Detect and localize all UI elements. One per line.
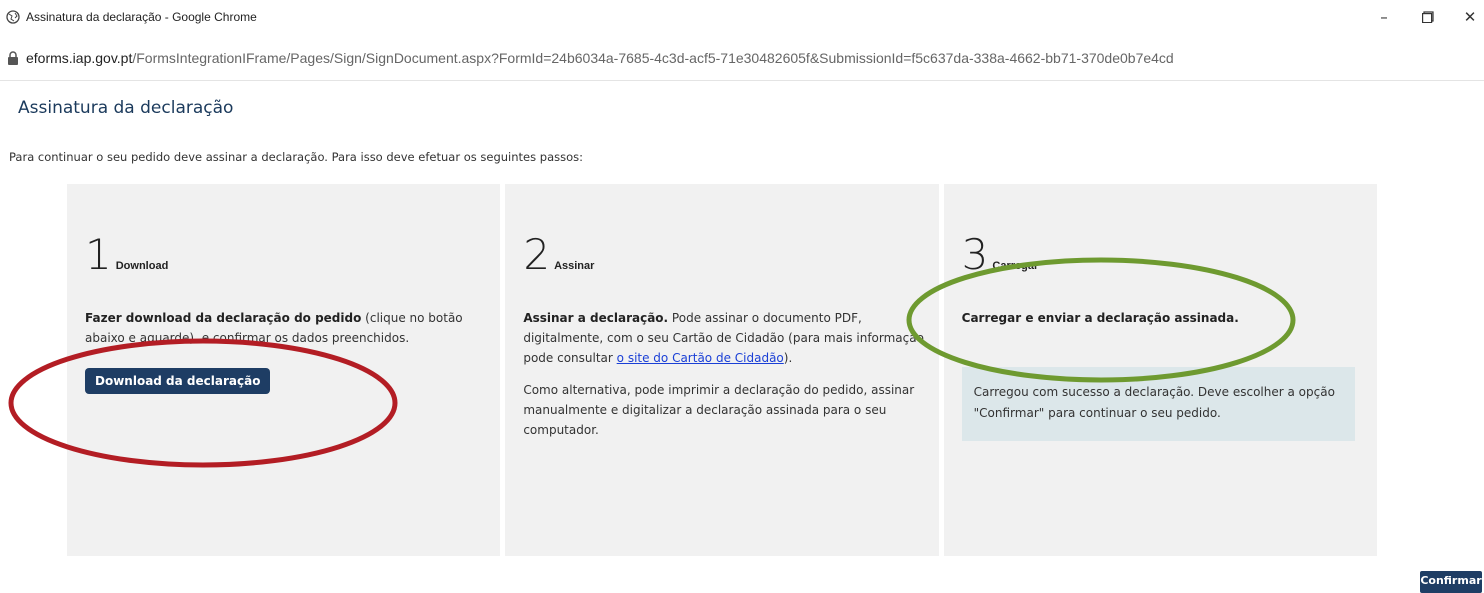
step-alternative-text: Como alternativa, pode imprimir a declar… (523, 383, 915, 437)
browser-titlebar: Assinatura da declaração - Google Chrome… (0, 0, 1484, 36)
step-instruction-bold: Assinar a declaração. (523, 311, 669, 325)
step-upload: 3 Carregar Carregar e enviar a declaração… (943, 184, 1377, 556)
step-instruction-end: ). (783, 351, 793, 365)
cartao-cidadao-link[interactable]: o site do Cartão de Cidadão (617, 351, 784, 365)
step-name: Carregar (992, 260, 1039, 272)
download-declaration-button[interactable]: Download da declaração (85, 368, 271, 394)
steps-container: 1 Download Fazer download da declaração d… (67, 184, 1377, 556)
step-body: Assinar a declaração. Pode assinar o doc… (523, 308, 924, 452)
address-bar[interactable]: eforms.iap.gov.pt/FormsIntegrationIFrame… (0, 36, 1484, 81)
step-sign: 2 Assinar Assinar a declaração. Pode assi… (505, 184, 939, 556)
step-header: 2 Assinar (523, 230, 594, 279)
step-download: 1 Download Fazer download da declaração d… (67, 184, 501, 556)
step-header: 3 Carregar (962, 230, 1039, 279)
window-title: Assinatura da declaração - Google Chrome (26, 10, 257, 24)
maximize-icon[interactable] (1416, 6, 1440, 28)
step-body: Fazer download da declaração do pedido (… (85, 308, 486, 394)
page-title: Assinatura da declaração (18, 98, 234, 118)
step-number: 3 (961, 230, 989, 279)
url-path: /FormsIntegrationIFrame/Pages/Sign/SignD… (132, 50, 1174, 66)
step-name: Assinar (554, 260, 595, 272)
step-body: Carregar e enviar a declaração assinada. (962, 308, 1363, 340)
intro-text: Para continuar o seu pedido deve assinar… (9, 150, 583, 164)
url-host: eforms.iap.gov.pt (26, 50, 133, 66)
confirm-button[interactable]: Confirmar (1420, 571, 1482, 593)
minimize-icon[interactable]: – (1372, 6, 1396, 28)
close-icon[interactable]: ✕ (1458, 6, 1482, 28)
step-instruction-bold: Fazer download da declaração do pedido (85, 311, 362, 325)
upload-success-message: Carregou com sucesso a declaração. Deve … (961, 367, 1355, 441)
step-number: 2 (523, 230, 551, 279)
step-number: 1 (85, 230, 112, 279)
globe-icon (6, 10, 20, 24)
step-instruction-bold: Carregar e enviar a declaração assinada. (961, 311, 1239, 325)
lock-icon (8, 51, 18, 65)
step-header: 1 Download (85, 230, 168, 279)
url-text[interactable]: eforms.iap.gov.pt/FormsIntegrationIFrame… (26, 50, 1174, 66)
step-name: Download (115, 260, 169, 272)
